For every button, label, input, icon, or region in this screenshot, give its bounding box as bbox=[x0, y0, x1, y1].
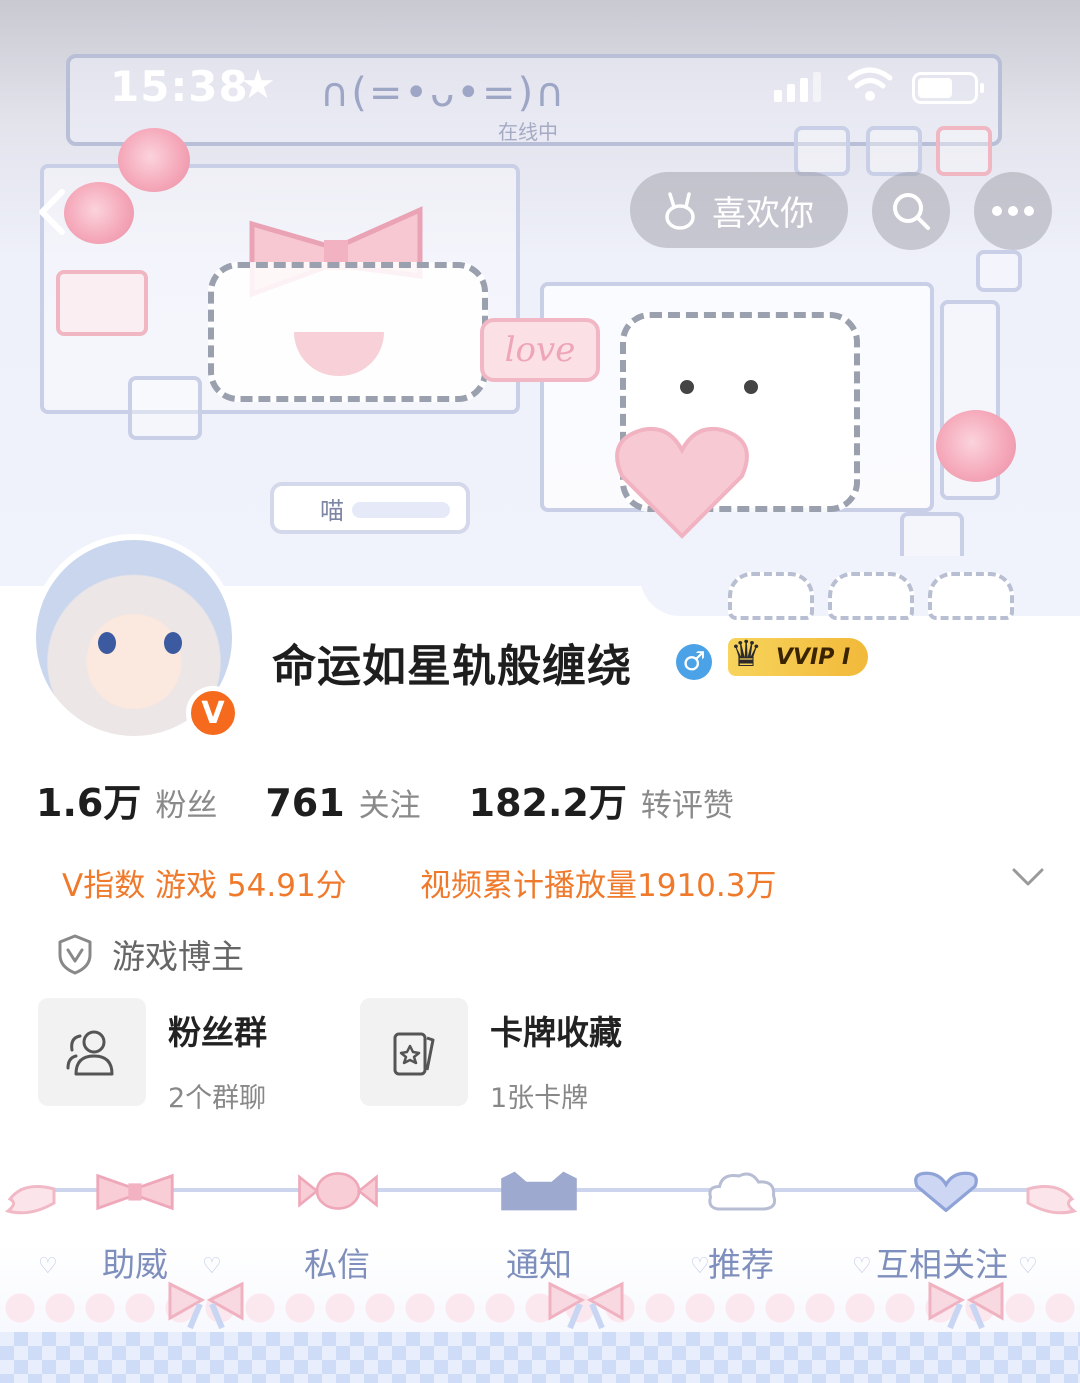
group-icon bbox=[66, 1030, 114, 1076]
small-heart-icon: ♡ bbox=[38, 1254, 58, 1279]
stat-label: 粉丝 bbox=[155, 788, 218, 824]
meow-bar: 喵 bbox=[270, 482, 470, 534]
back-arrow-icon[interactable] bbox=[32, 186, 72, 238]
love-tag: love bbox=[480, 318, 600, 382]
small-heart-icon: ♡ bbox=[202, 1254, 222, 1279]
rose-decoration bbox=[118, 128, 190, 192]
flower-icon bbox=[794, 126, 850, 176]
chevron-down-icon[interactable] bbox=[1010, 862, 1046, 892]
stat-label: 关注 bbox=[358, 788, 421, 824]
vip-badge[interactable]: ♛ VVIP I bbox=[728, 634, 868, 676]
bow-icon bbox=[96, 1173, 174, 1211]
male-gender-icon: ♂ bbox=[676, 644, 712, 680]
wing-icon bbox=[4, 1185, 56, 1215]
search-icon bbox=[893, 193, 930, 230]
cellular-signal-icon bbox=[774, 72, 821, 102]
tab-cheer[interactable]: 助威 bbox=[102, 1238, 168, 1286]
card-icon-box bbox=[360, 998, 468, 1106]
cat-heads-decoration bbox=[728, 572, 1014, 620]
like-you-label: 喜欢你 bbox=[712, 193, 814, 234]
stat-value: 182.2万 bbox=[468, 781, 627, 825]
cat-icon bbox=[501, 1171, 577, 1211]
stat-engagement[interactable]: 182.2万 转评赞 bbox=[469, 772, 734, 827]
lace-decoration bbox=[0, 1288, 1080, 1328]
like-you-button[interactable]: 喜欢你 bbox=[630, 172, 848, 248]
card-title: 卡牌收藏 bbox=[490, 1013, 622, 1052]
cloud-icon bbox=[708, 1172, 777, 1211]
star-icon: ★ bbox=[240, 62, 276, 108]
more-button[interactable] bbox=[974, 172, 1052, 250]
ribbon-bow-icon bbox=[928, 1281, 1004, 1330]
meow-text: 喵 bbox=[320, 496, 344, 525]
wing-icon bbox=[1026, 1185, 1078, 1215]
rose-decoration bbox=[64, 182, 134, 244]
group-icon-box bbox=[38, 998, 146, 1106]
stat-following[interactable]: 761 关注 bbox=[265, 780, 420, 825]
stats-row: 1.6万 粉丝 761 关注 182.2万 转评赞 bbox=[36, 772, 782, 827]
heart-icon bbox=[936, 126, 992, 176]
play-count-link[interactable]: 视频累计播放量1910.3万 bbox=[420, 860, 776, 905]
stat-value: 1.6万 bbox=[36, 781, 142, 825]
checker-pattern-decoration bbox=[0, 1332, 1080, 1383]
card-collection-card[interactable]: 卡牌收藏 1张卡牌 bbox=[360, 998, 622, 1115]
vip-label: VVIP I bbox=[776, 644, 851, 670]
fan-group-card[interactable]: 粉丝群 2个群聊 bbox=[38, 998, 267, 1115]
small-heart-icon: ♡ bbox=[852, 1254, 872, 1279]
heart-icon bbox=[914, 1171, 978, 1212]
bunny-icon bbox=[665, 192, 695, 230]
close-icon bbox=[976, 250, 1022, 292]
more-icon bbox=[992, 206, 1034, 216]
certification-label: 游戏博主 bbox=[112, 937, 244, 976]
status-time: 15:38 bbox=[110, 62, 249, 111]
shield-icon bbox=[58, 934, 92, 975]
card-icon bbox=[393, 1032, 435, 1076]
battery-icon bbox=[912, 72, 984, 104]
username: 命运如星轨般缠绕 bbox=[272, 641, 632, 692]
ribbon-bow-icon bbox=[168, 1281, 244, 1330]
square-icon bbox=[866, 126, 922, 176]
bunny-character-decoration bbox=[208, 262, 488, 402]
stat-value: 761 bbox=[265, 781, 345, 825]
small-heart-icon: ♡ bbox=[1018, 1254, 1038, 1279]
rose-decoration bbox=[936, 410, 1016, 482]
v-index-link[interactable]: V指数 游戏 54.91分 bbox=[62, 860, 347, 905]
tab-recommend[interactable]: 推荐 bbox=[708, 1238, 774, 1286]
verified-badge: V bbox=[186, 686, 240, 740]
card-subtitle: 1张卡牌 bbox=[490, 1083, 589, 1114]
small-heart-icon: ♡ bbox=[690, 1254, 710, 1279]
heart-decoration bbox=[615, 427, 749, 539]
ribbon-bow-icon bbox=[548, 1281, 624, 1330]
certification-row[interactable]: 游戏博主 bbox=[56, 930, 244, 978]
kaomoji-decoration: ∩(=•ᴗ•=)∩ bbox=[320, 70, 567, 116]
paw-icon bbox=[128, 376, 202, 440]
crown-icon: ♛ bbox=[730, 634, 763, 675]
card-subtitle: 2个群聊 bbox=[168, 1083, 267, 1114]
stat-followers[interactable]: 1.6万 粉丝 bbox=[36, 772, 217, 827]
wifi-icon bbox=[847, 67, 893, 101]
online-status-text: 在线中 bbox=[498, 120, 558, 144]
stat-label: 转评赞 bbox=[640, 788, 734, 824]
bottom-tab-bar: 助威 私信 通知 推荐 互相关注 ♡ ♡ ♡ ♡ ♡ bbox=[0, 1150, 1080, 1383]
envelope-icon bbox=[56, 270, 148, 336]
tab-message[interactable]: 私信 bbox=[304, 1238, 370, 1286]
card-title: 粉丝群 bbox=[168, 1013, 267, 1052]
search-button[interactable] bbox=[872, 172, 950, 250]
candy-icon bbox=[298, 1172, 378, 1210]
